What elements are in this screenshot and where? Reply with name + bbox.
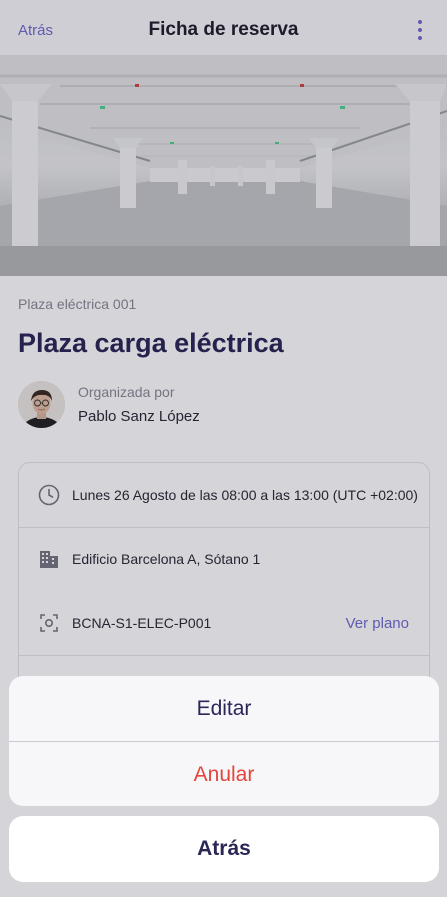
dismiss-button[interactable]: Atrás [9, 816, 439, 882]
action-sheet-dismiss: Atrás [9, 816, 439, 882]
booking-detail-screen: Atrás Ficha de reserva Plaza eléctrica 0… [0, 0, 447, 897]
action-sheet: Editar Anular [9, 676, 439, 806]
edit-button[interactable]: Editar [9, 676, 439, 741]
cancel-booking-button[interactable]: Anular [9, 742, 439, 806]
